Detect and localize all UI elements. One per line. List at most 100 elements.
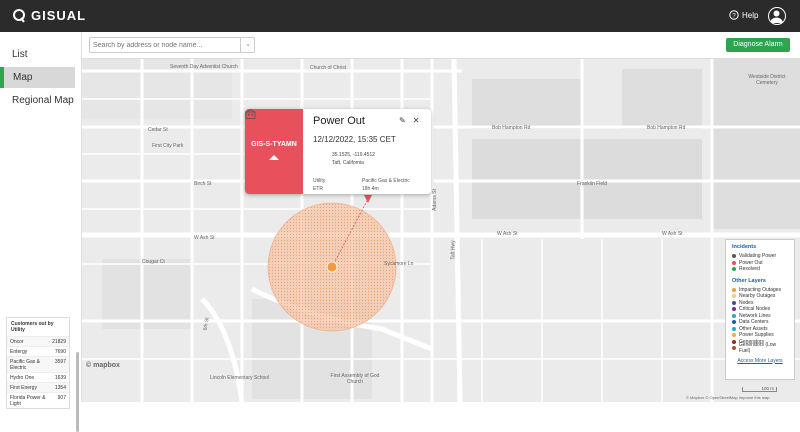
popup-location: Taft, California [332,160,364,166]
sidebar-item-list[interactable]: List [0,44,81,65]
legend-dot-icon [732,307,736,312]
logo-pin-icon [13,8,25,23]
sidebar: List Map Regional Map Customers out by U… [0,32,82,432]
customer-count: 907 [57,394,66,401]
customer-count: 1354 [54,384,66,391]
map-label: W Ash St [194,235,215,241]
legend-label: Generators (Low Fuel) [738,342,777,355]
legend-dot-icon [732,326,736,331]
legend-label: Nodes [739,299,754,306]
map-label: Seventh Day Adventist Church [170,64,238,70]
map-legend: Incidents Validating Power Power Out Resol… [725,239,795,380]
edit-pencil-icon[interactable]: ✎ [399,116,406,125]
customer-count: 21829 [52,338,66,345]
impacting-outage-marker [326,261,338,273]
help-icon: ? [729,10,739,20]
popup-title: Power Out [313,115,365,127]
sidebar-item-regional-map[interactable]: Regional Map [0,90,81,111]
sidebar-scrollbar[interactable] [76,352,79,432]
popup-datetime: 12/12/2022, 15:35 CET [313,135,396,144]
customer-utility-name: Florida Power & Light [10,394,46,407]
popup-coords: 35.1525, -119.4512 [332,152,376,158]
legend-label: Other Assets [739,325,768,332]
map-label: Cedar St [148,127,168,133]
legend-dot-icon [732,260,736,265]
map-label: Franklin Field [577,181,608,187]
legend-label: Data Centers [739,319,769,326]
help-link[interactable]: ? Help [729,10,758,20]
legend-layers-title: Other Layers [732,277,766,284]
legend-item[interactable]: Impacting Outages [732,287,788,294]
legend-dot-icon [732,294,736,299]
legend-dot-icon [732,346,736,351]
utility-label: Utility [313,178,326,184]
legend-dot-icon [732,339,736,344]
diagnose-alarm-button[interactable]: Diagnose Alarm [726,38,790,52]
collapse-arrow-icon[interactable] [269,155,279,160]
customer-row: Oncor 21829 [7,336,69,346]
gisual-logo[interactable]: GISUAL [12,8,86,23]
legend-dot-icon [732,300,736,305]
node-id: GIS-S-TYAMN [251,141,297,148]
customer-count: 7690 [54,348,66,355]
chevron-down-icon[interactable]: ⌄ [240,37,255,53]
legend-item[interactable]: Generators (Low Fuel) [732,342,788,355]
map-label: W Ash St [497,231,518,237]
customers-out-panel: Customers out by Utility Oncor 21829 Enter… [6,317,70,409]
legend-label: Power Out [739,259,763,266]
customer-row: Florida Power & Light 907 [7,392,69,408]
legend-label: Critical Nodes [739,306,771,313]
customer-utility-name: Entergy [10,348,28,355]
customer-row: Hydro One 1639 [7,372,69,382]
legend-dot-icon [732,333,736,338]
customer-row: Pacific Gas & Electric 3597 [7,356,69,372]
legend-label: Power Supplies [739,332,774,339]
map-canvas[interactable]: Seventh Day Adventist Church Church of C… [82,59,800,402]
map-label: W Ash St [662,231,683,237]
customers-out-title: Customers out by Utility [11,321,54,333]
etr-label: ETR [313,186,323,192]
customer-utility-name: Oncor [10,338,24,345]
utility-value: Pacific Gas & Electric [362,178,410,184]
map-label: First Assembly of God Church [330,373,380,385]
user-avatar-icon[interactable] [768,7,786,25]
legend-dot-icon [732,254,736,259]
map-label: Westside District Cemetery [748,74,786,86]
map-graphics [82,59,800,402]
legend-incidents-title: Incidents [732,244,757,250]
map-label: Birch St [194,181,212,187]
customer-utility-name: First Energy [10,384,37,391]
help-label: Help [742,10,759,20]
customer-count: 3597 [54,358,66,365]
map-label: Cougar Ct [142,259,165,265]
map-label: Sycamore Ln [384,261,414,267]
legend-label: Nearby Outages [739,293,776,300]
map-label: Church of Christ [310,65,347,71]
popup-status-panel: GIS-S-TYAMN [245,109,303,194]
building-icon [245,109,256,119]
sidebar-item-map[interactable]: Map [0,67,75,88]
map-label: Bob Hampton Rd [647,125,686,131]
legend-label: Resolved [739,266,760,273]
customer-count: 1639 [54,374,66,381]
map-label: Taft Hwy [450,240,457,260]
legend-dot-icon [732,320,736,325]
map-label: Lincoln Elementary School [210,375,270,381]
map-attribution[interactable]: © Mapbox © OpenStreetMap Improve this ma… [686,395,770,400]
top-bar: GISUAL ? Help [0,0,800,32]
access-more-layers-link[interactable]: Access More Layers [732,358,788,364]
legend-item[interactable]: Resolved [732,266,788,273]
mapbox-logo[interactable]: © mapbox [86,362,120,369]
map-toolbar: ⌄ Diagnose Alarm [82,32,800,59]
search-input[interactable] [89,37,255,53]
map-scale-bar: 100 m [742,386,777,392]
legend-label: Network Lines [739,312,771,319]
close-icon[interactable]: ✕ [413,116,420,125]
customer-row: First Energy 1354 [7,382,69,392]
map-label: Adams St [431,189,438,211]
customer-utility-name: Hydro One [10,374,35,381]
customer-row: Entergy 7690 [7,346,69,356]
map-label: Bob Hampton Rd [492,125,531,131]
customer-utility-name: Pacific Gas & Electric [10,358,41,371]
incident-popup[interactable]: GIS-S-TYAMN Power Out ✎ ✕ 12/12/2022, 15… [245,109,431,194]
